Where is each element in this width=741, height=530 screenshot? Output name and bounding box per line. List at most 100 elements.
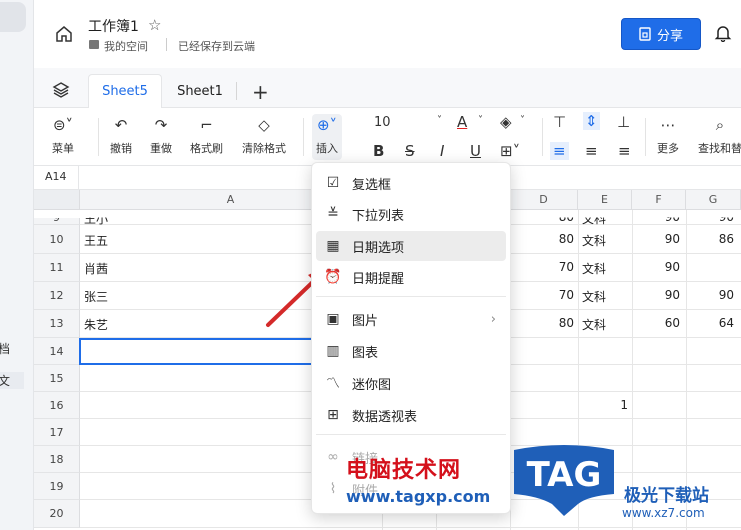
table-cell[interactable]: 70 <box>510 288 574 302</box>
table-cell[interactable]: 文科 <box>582 316 628 333</box>
table-cell[interactable]: 80 <box>510 218 574 224</box>
row-header[interactable]: 19 <box>34 473 80 500</box>
table-cell[interactable]: 肖茜 <box>84 260 284 277</box>
menu-icon: ⊜˅ <box>52 116 74 134</box>
table-cell[interactable]: 文科 <box>582 218 628 227</box>
redo-label: 重做 <box>150 142 172 155</box>
table-cell[interactable]: 64 <box>686 316 734 330</box>
bell-icon[interactable] <box>714 24 732 42</box>
eraser-icon: ◇ <box>258 116 270 134</box>
bold-icon[interactable]: B <box>373 142 384 160</box>
border-icon[interactable]: ⊞˅ <box>500 142 520 160</box>
table-cell[interactable]: 90 <box>686 218 734 224</box>
align-left-icon[interactable]: ≡ <box>550 142 569 160</box>
clear-format-button[interactable]: ◇ 清除格式 <box>242 114 286 156</box>
table-cell[interactable]: 文科 <box>582 260 628 277</box>
column-header-g[interactable]: G <box>686 190 741 210</box>
clear-format-label: 清除格式 <box>242 142 286 155</box>
table-cell[interactable]: 朱艺 <box>84 316 284 333</box>
plus-circle-icon: ⊕˅ <box>316 116 338 134</box>
row-header[interactable]: 9 <box>34 218 80 225</box>
row-header[interactable]: 20 <box>34 500 80 528</box>
row-header[interactable]: 11 <box>34 254 80 282</box>
row-header[interactable]: 13 <box>34 310 80 338</box>
font-size-select[interactable]: 10 <box>374 115 391 130</box>
table-cell[interactable]: 90 <box>632 218 680 224</box>
redo-button[interactable]: ↷ 重做 <box>150 114 172 156</box>
selected-cell[interactable] <box>79 338 313 365</box>
gridline <box>80 527 741 528</box>
find-icon: ⌕ <box>715 116 725 134</box>
layers-icon[interactable] <box>52 81 70 99</box>
menu-item-label: 下拉列表 <box>352 208 405 224</box>
align-center-icon[interactable]: ≡ <box>585 142 598 160</box>
align-bottom-icon[interactable]: ⊥ <box>617 113 630 131</box>
home-icon[interactable] <box>54 24 74 44</box>
menu-item-date-reminder[interactable]: ⏰ 日期提醒 <box>316 262 506 292</box>
table-cell[interactable]: 70 <box>510 260 574 274</box>
menu-item-date-picker[interactable]: ▦ 日期选项 <box>316 231 506 261</box>
sidebar-item-partial-2[interactable]: 文 <box>0 372 24 389</box>
table-cell[interactable]: 文科 <box>582 288 628 305</box>
menu-item-sparkline[interactable]: 〽迷你图 <box>316 368 506 398</box>
table-cell[interactable]: 文科 <box>582 232 628 249</box>
menu-item-checkbox[interactable]: ☑ 复选框 <box>316 168 506 198</box>
table-cell[interactable]: 86 <box>686 232 734 246</box>
table-cell[interactable]: 80 <box>510 316 574 330</box>
add-sheet-icon[interactable]: + <box>252 80 269 104</box>
table-cell[interactable]: 90 <box>686 288 734 302</box>
sidebar-active-item[interactable] <box>0 2 26 32</box>
format-painter-button[interactable]: ⌐ 格式刷 <box>190 114 223 156</box>
find-replace-button[interactable]: ⌕ 查找和替 <box>698 114 741 156</box>
divider <box>542 118 543 156</box>
menu-item-image[interactable]: ▣ 图片 › <box>316 304 506 334</box>
tab-sheet1[interactable]: Sheet1 <box>164 74 236 108</box>
breadcrumb[interactable]: 我的空间 <box>104 38 148 54</box>
table-cell[interactable]: 60 <box>632 316 680 330</box>
table-cell[interactable]: 王小 <box>84 218 284 227</box>
row-header[interactable]: 16 <box>34 392 80 419</box>
table-cell[interactable]: 王五 <box>84 232 284 249</box>
row-header[interactable]: 17 <box>34 419 80 446</box>
row-header[interactable]: 14 <box>34 338 80 365</box>
row-header[interactable]: 10 <box>34 225 80 254</box>
row-header[interactable]: 12 <box>34 282 80 310</box>
italic-icon[interactable]: I <box>440 142 444 160</box>
menu-button[interactable]: ⊜˅ 菜单 <box>52 114 74 156</box>
row-header[interactable]: 18 <box>34 446 80 473</box>
insert-button[interactable]: ⊕˅ 插入 <box>312 114 342 160</box>
cell-reference[interactable]: A14 <box>45 170 67 183</box>
align-top-icon[interactable]: ⊤ <box>553 113 566 131</box>
tab-sheet5[interactable]: Sheet5 <box>88 74 162 108</box>
column-header-d[interactable]: D <box>510 190 578 210</box>
select-all-corner[interactable] <box>34 190 80 210</box>
chevron-down-icon[interactable]: ˅ <box>520 115 525 126</box>
menu-item-label: 迷你图 <box>352 377 392 393</box>
table-cell[interactable]: 1 <box>582 398 628 412</box>
table-cell[interactable]: 80 <box>510 232 574 246</box>
column-header-f[interactable]: F <box>632 190 686 210</box>
more-button[interactable]: ⋯ 更多 <box>657 114 679 156</box>
chevron-down-icon[interactable]: ˅ <box>478 115 483 126</box>
star-icon[interactable]: ☆ <box>148 16 161 34</box>
table-cell[interactable]: 90 <box>632 260 680 274</box>
table-cell[interactable]: 90 <box>632 288 680 302</box>
align-right-icon[interactable]: ≡ <box>618 142 631 160</box>
table-cell[interactable]: 90 <box>632 232 680 246</box>
document-title[interactable]: 工作簿1 <box>88 16 139 36</box>
underline-icon[interactable]: U <box>470 142 481 160</box>
share-button[interactable]: 分享 <box>621 18 701 50</box>
align-middle-icon[interactable]: ⇕ <box>583 112 600 130</box>
menu-item-dropdown-list[interactable]: ≚ 下拉列表 <box>316 199 506 229</box>
menu-item-pivot-table[interactable]: ⊞ 数据透视表 <box>316 400 506 430</box>
row-header[interactable]: 15 <box>34 365 80 392</box>
chevron-down-icon[interactable]: ˅ <box>437 115 442 126</box>
column-header-e[interactable]: E <box>578 190 632 210</box>
table-cell[interactable]: 张三 <box>84 288 284 305</box>
strikethrough-icon[interactable]: S <box>405 142 415 160</box>
font-color-icon[interactable]: A <box>457 113 467 131</box>
menu-item-chart[interactable]: ▥ 图表 <box>316 336 506 366</box>
fill-color-icon[interactable]: ◈ <box>500 113 512 131</box>
undo-button[interactable]: ↶ 撤销 <box>110 114 132 156</box>
sidebar-item-partial[interactable]: 档 <box>0 340 10 357</box>
